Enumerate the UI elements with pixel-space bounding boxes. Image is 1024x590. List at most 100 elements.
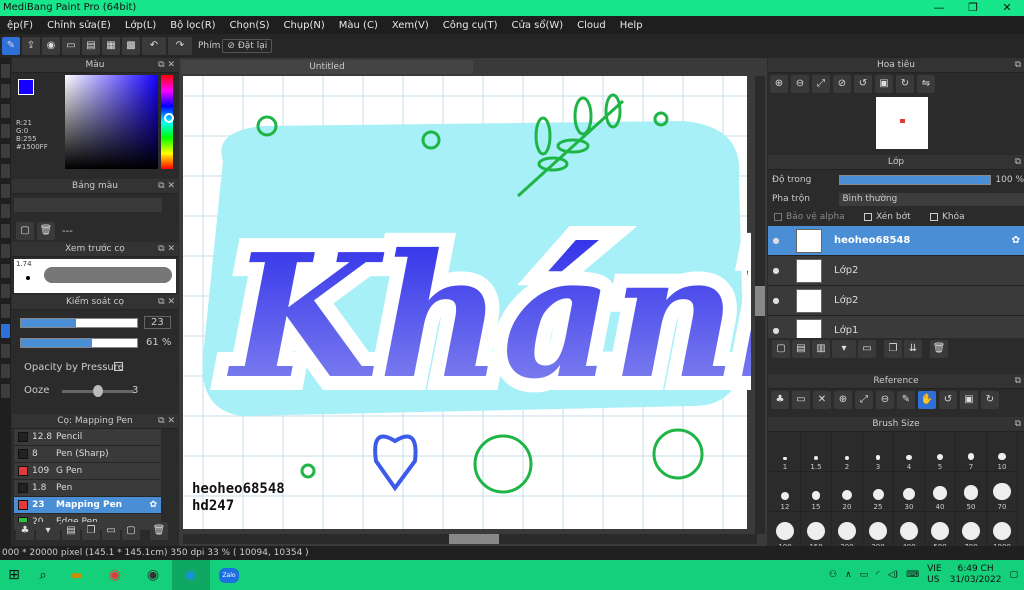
reference-actual-icon[interactable]: ▣ (960, 391, 978, 409)
divide-tool-icon[interactable] (1, 264, 10, 278)
menu-window[interactable]: Cửa sổ(W) (505, 20, 571, 31)
gear-icon[interactable]: ✿ (1012, 235, 1020, 246)
text-tool-icon[interactable] (1, 244, 10, 258)
lock-checkbox[interactable] (930, 213, 938, 221)
minimize-button[interactable]: — (922, 0, 956, 16)
eye-icon[interactable]: ● (768, 266, 784, 275)
gear-icon[interactable]: ✿ (149, 500, 157, 510)
eraser-tool-icon[interactable] (1, 304, 10, 318)
brush-size-cell[interactable]: 1 (770, 432, 801, 472)
menu-layer[interactable]: Lớp(L) (118, 20, 163, 31)
brush-size-cell[interactable]: 70 (987, 472, 1018, 512)
panel-close-icon[interactable]: ⧉ ✕ (158, 242, 175, 257)
fill-tool-icon[interactable] (1, 124, 10, 138)
zoom-reset-icon[interactable]: ⊘ (833, 75, 851, 93)
brush-size-cell[interactable]: 3 (863, 432, 894, 472)
brush-copy-icon[interactable]: ❐ (82, 522, 100, 540)
panel-expand-icon[interactable]: ⧉ (1015, 155, 1021, 170)
transform-tool-icon[interactable] (1, 84, 10, 98)
brush-size-cell[interactable]: 20 (832, 472, 863, 512)
rotate-right-icon[interactable]: ↻ (896, 75, 914, 93)
brush-size-cell[interactable]: 5 (925, 432, 956, 472)
flip-icon[interactable]: ⇋ (917, 75, 935, 93)
speech-bubble-icon[interactable]: ◉ (42, 37, 60, 55)
horizontal-scrollbar[interactable] (183, 534, 757, 544)
hand-tool-icon[interactable] (1, 384, 10, 398)
new-palette-icon[interactable]: ▢ (16, 222, 34, 240)
reference-open-icon[interactable]: ▭ (792, 391, 810, 409)
brush-tool-icon[interactable]: ✎ (2, 37, 20, 55)
brush-list-item[interactable]: 23 Mapping Pen ✿ (14, 497, 161, 514)
reference-zoom-in-icon[interactable]: ⊕ (834, 391, 852, 409)
brush-size-cell[interactable]: 50 (956, 472, 987, 512)
chrome-active-icon[interactable]: ◉ (172, 560, 210, 590)
ooze-handle[interactable] (93, 385, 103, 397)
eyedropper-tool-icon[interactable] (1, 224, 10, 238)
hue-handle[interactable] (164, 113, 174, 123)
vertical-scrollbar[interactable] (755, 76, 765, 534)
pen-select-tool-icon[interactable] (1, 284, 10, 298)
brush-size-cell[interactable]: 4 (894, 432, 925, 472)
color-picker-square[interactable] (65, 75, 158, 169)
menu-tools[interactable]: Công cụ(T) (436, 20, 505, 31)
brush-list-item[interactable]: 109 G Pen (14, 463, 161, 480)
volume-icon[interactable]: ◁) (888, 570, 898, 580)
language-indicator[interactable]: VIE US (927, 564, 942, 586)
add-brush-icon[interactable]: ♣ (16, 522, 34, 540)
reference-add-icon[interactable]: ♣ (771, 391, 789, 409)
clipping-checkbox[interactable] (864, 213, 872, 221)
brush-size-cell[interactable]: 12 (770, 472, 801, 512)
reference-rotate-icon[interactable]: ↺ (939, 391, 957, 409)
windows-start-icon[interactable]: ⊞ (0, 567, 28, 583)
panel-close-icon[interactable]: ⧉ ✕ (158, 414, 175, 429)
layer-row[interactable]: ● Lớp1 (768, 316, 1024, 338)
brush-size-cell[interactable]: 25 (863, 472, 894, 512)
tray-chevron-icon[interactable]: ∧ (845, 570, 852, 580)
reference-rotate-right-icon[interactable]: ↻ (981, 391, 999, 409)
delete-brush-icon[interactable]: 🗑 (150, 522, 168, 540)
notification-icon[interactable]: ▢ (1009, 570, 1018, 580)
panel-close-icon[interactable]: ⧉ ✕ (158, 58, 175, 73)
brush-size-cell[interactable]: 2 (832, 432, 863, 472)
brush-select-tool-icon[interactable] (1, 324, 10, 338)
pressure-checkbox[interactable] (114, 362, 123, 371)
panel-close-icon[interactable]: ⧉ ✕ (158, 295, 175, 310)
brush-opacity-slider[interactable] (20, 338, 138, 348)
maximize-button[interactable]: ❐ (956, 0, 990, 16)
eye-icon[interactable]: ● (768, 326, 784, 335)
menu-select[interactable]: Chọn(S) (223, 20, 277, 31)
dot-tool-icon[interactable] (1, 364, 10, 378)
brush-list-item[interactable]: 12.8 Pencil (14, 429, 161, 446)
shape-tool-icon[interactable] (1, 104, 10, 118)
duplicate-layer-icon[interactable]: ❐ (884, 340, 902, 358)
gradient-tool-icon[interactable] (1, 144, 10, 158)
brush-new-icon[interactable]: ▢ (122, 522, 140, 540)
panel-expand-icon[interactable]: ⧉ (1015, 374, 1021, 389)
brush-list-item[interactable]: 8 Pen (Sharp) (14, 446, 161, 463)
delete-layer-icon[interactable]: 🗑 (930, 340, 948, 358)
menu-edit[interactable]: Chỉnh sửa(E) (40, 20, 118, 31)
brush-size-slider[interactable] (20, 318, 138, 328)
document-tab[interactable]: Untitled (181, 60, 473, 74)
new-8bit-layer-icon[interactable]: ▥ (812, 340, 830, 358)
layer-row[interactable]: ● heoheo68548 ✿ (768, 226, 1024, 256)
text-bubble-icon[interactable]: ▭ (62, 37, 80, 55)
layout-icon[interactable]: ▦ (102, 37, 120, 55)
undo-icon[interactable]: ↶ (142, 37, 166, 55)
merge-layer-icon[interactable]: ⇊ (904, 340, 922, 358)
layer-row[interactable]: ● Lớp2 (768, 286, 1024, 316)
layer-opacity-slider[interactable] (838, 175, 992, 185)
new-halftone-layer-icon[interactable]: ▤ (792, 340, 810, 358)
panel-expand-icon[interactable]: ⧉ (1015, 58, 1021, 73)
brush-size-cell[interactable]: 1.5 (801, 432, 832, 472)
reference-close-icon[interactable]: ✕ (813, 391, 831, 409)
menu-filter[interactable]: Bộ lọc(R) (163, 20, 222, 31)
battery-icon[interactable]: ▭ (860, 570, 869, 580)
menu-color[interactable]: Màu (C) (332, 20, 385, 31)
select-tool-icon[interactable] (1, 164, 10, 178)
eye-icon[interactable]: ● (768, 296, 784, 305)
close-button[interactable]: ✕ (990, 0, 1024, 16)
protect-alpha-checkbox[interactable] (774, 213, 782, 221)
brush-folder-icon[interactable]: ▭ (102, 522, 120, 540)
wand-tool-icon[interactable] (1, 204, 10, 218)
